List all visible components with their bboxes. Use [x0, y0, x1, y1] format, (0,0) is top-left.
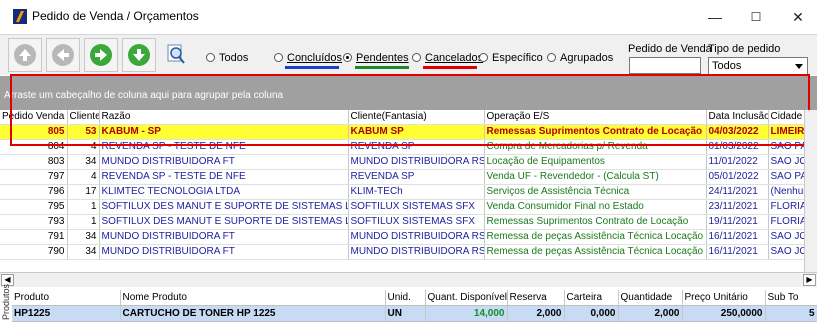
products-grid: Produto Nome Produto Unid. Quant. Dispon… [12, 290, 817, 322]
search-button[interactable] [160, 38, 194, 72]
concluidos-highlight-line [285, 66, 339, 69]
first-record-button[interactable] [8, 38, 42, 72]
col-header-reserva[interactable]: Reserva [507, 290, 565, 306]
table-row[interactable]: 791 34 MUNDO DISTRIBUIDORA FT MUNDO DIST… [0, 229, 805, 245]
col-header-carteira[interactable]: Carteira [564, 290, 619, 306]
filter-todos-radio[interactable]: Todos [206, 51, 248, 65]
table-row[interactable]: 803 34 MUNDO DISTRIBUIDORA FT MUNDO DIST… [0, 154, 805, 170]
maximize-button[interactable]: ☐ [741, 6, 771, 28]
tipo-pedido-label: Tipo de pedido [708, 43, 781, 55]
pedido-venda-input[interactable] [629, 57, 701, 74]
products-side-label: Produtos [1, 283, 11, 320]
col-header-quantidade[interactable]: Quantidade [618, 290, 683, 306]
orders-header-row: Pedido Venda Cliente Razão Cliente(Fanta… [0, 110, 805, 125]
filter-cancelados-radio[interactable]: Cancelados [412, 51, 483, 65]
col-header-operacao[interactable]: Operação E/S [484, 110, 707, 125]
previous-record-button[interactable] [46, 38, 80, 72]
col-header-unid[interactable]: Unid. [385, 290, 426, 306]
col-header-nome-produto[interactable]: Nome Produto [120, 290, 386, 306]
app-logo-icon [13, 9, 27, 24]
col-header-produto[interactable]: Produto [12, 290, 121, 306]
window-title: Pedido de Venda / Orçamentos [32, 9, 199, 23]
magnifier-icon [167, 44, 185, 64]
filter-pendentes-radio[interactable]: Pendentes [343, 51, 409, 65]
col-header-cliente[interactable]: Cliente [67, 110, 100, 125]
product-row[interactable]: HP1225 CARTUCHO DE TONER HP 1225 UN 14,0… [12, 305, 817, 322]
tipo-pedido-select[interactable]: Todos [708, 57, 808, 76]
col-header-pedido[interactable]: Pedido Venda [0, 110, 68, 125]
pendentes-highlight-line [355, 66, 409, 69]
filter-especifico-radio[interactable]: Específico [479, 51, 543, 65]
toolbar: Todos Concluídos Pendentes Cancelados Es… [0, 34, 817, 76]
group-by-bar[interactable]: Arraste um cabeçalho de coluna aqui para… [0, 76, 817, 110]
col-header-data[interactable]: Data Inclusão [706, 110, 769, 125]
title-bar: Pedido de Venda / Orçamentos — ☐ ✕ [0, 0, 817, 34]
filter-concluidos-radio[interactable]: Concluídos [274, 51, 342, 65]
close-button[interactable]: ✕ [783, 6, 813, 28]
table-row[interactable]: 804 4 REVENDA SP - TESTE DE NFE REVENDA … [0, 139, 805, 155]
col-header-quant-disponivel[interactable]: Quant. Disponível [425, 290, 508, 306]
col-header-razao[interactable]: Razão [99, 110, 349, 125]
table-row[interactable]: 805 53 KABUM - SP KABUM SP Remessas Supr… [0, 124, 805, 140]
table-row[interactable]: 796 17 KLIMTEC TECNOLOGIA LTDA KLIM-TECh… [0, 184, 805, 200]
scroll-right-icon[interactable]: ▶ [803, 274, 816, 286]
last-record-button[interactable] [122, 38, 156, 72]
horizontal-scrollbar[interactable]: ◀ ▶ [0, 272, 817, 287]
filter-agrupados-radio[interactable]: Agrupados [547, 51, 613, 65]
vertical-scrollbar[interactable] [804, 110, 817, 272]
pedido-venda-label: Pedido de Venda [628, 43, 712, 55]
minimize-button[interactable]: — [700, 6, 730, 28]
col-header-sub-total[interactable]: Sub To [765, 290, 817, 306]
col-header-cidade[interactable]: Cidade [768, 110, 805, 125]
orders-grid: Pedido Venda Cliente Razão Cliente(Fanta… [0, 110, 805, 260]
table-row[interactable]: 790 34 MUNDO DISTRIBUIDORA FT MUNDO DIST… [0, 244, 805, 260]
col-header-preco-unitario[interactable]: Preço Unitário [682, 290, 766, 306]
col-header-fantasia[interactable]: Cliente(Fantasia) [348, 110, 485, 125]
next-record-button[interactable] [84, 38, 118, 72]
chevron-down-icon [795, 64, 803, 69]
table-row[interactable]: 797 4 REVENDA SP - TESTE DE NFE REVENDA … [0, 169, 805, 185]
products-header-row: Produto Nome Produto Unid. Quant. Dispon… [12, 290, 817, 306]
table-row[interactable]: 793 1 SOFTILUX DES MANUT E SUPORTE DE SI… [0, 214, 805, 230]
cancelados-highlight-line [423, 66, 477, 69]
table-row[interactable]: 795 1 SOFTILUX DES MANUT E SUPORTE DE SI… [0, 199, 805, 215]
